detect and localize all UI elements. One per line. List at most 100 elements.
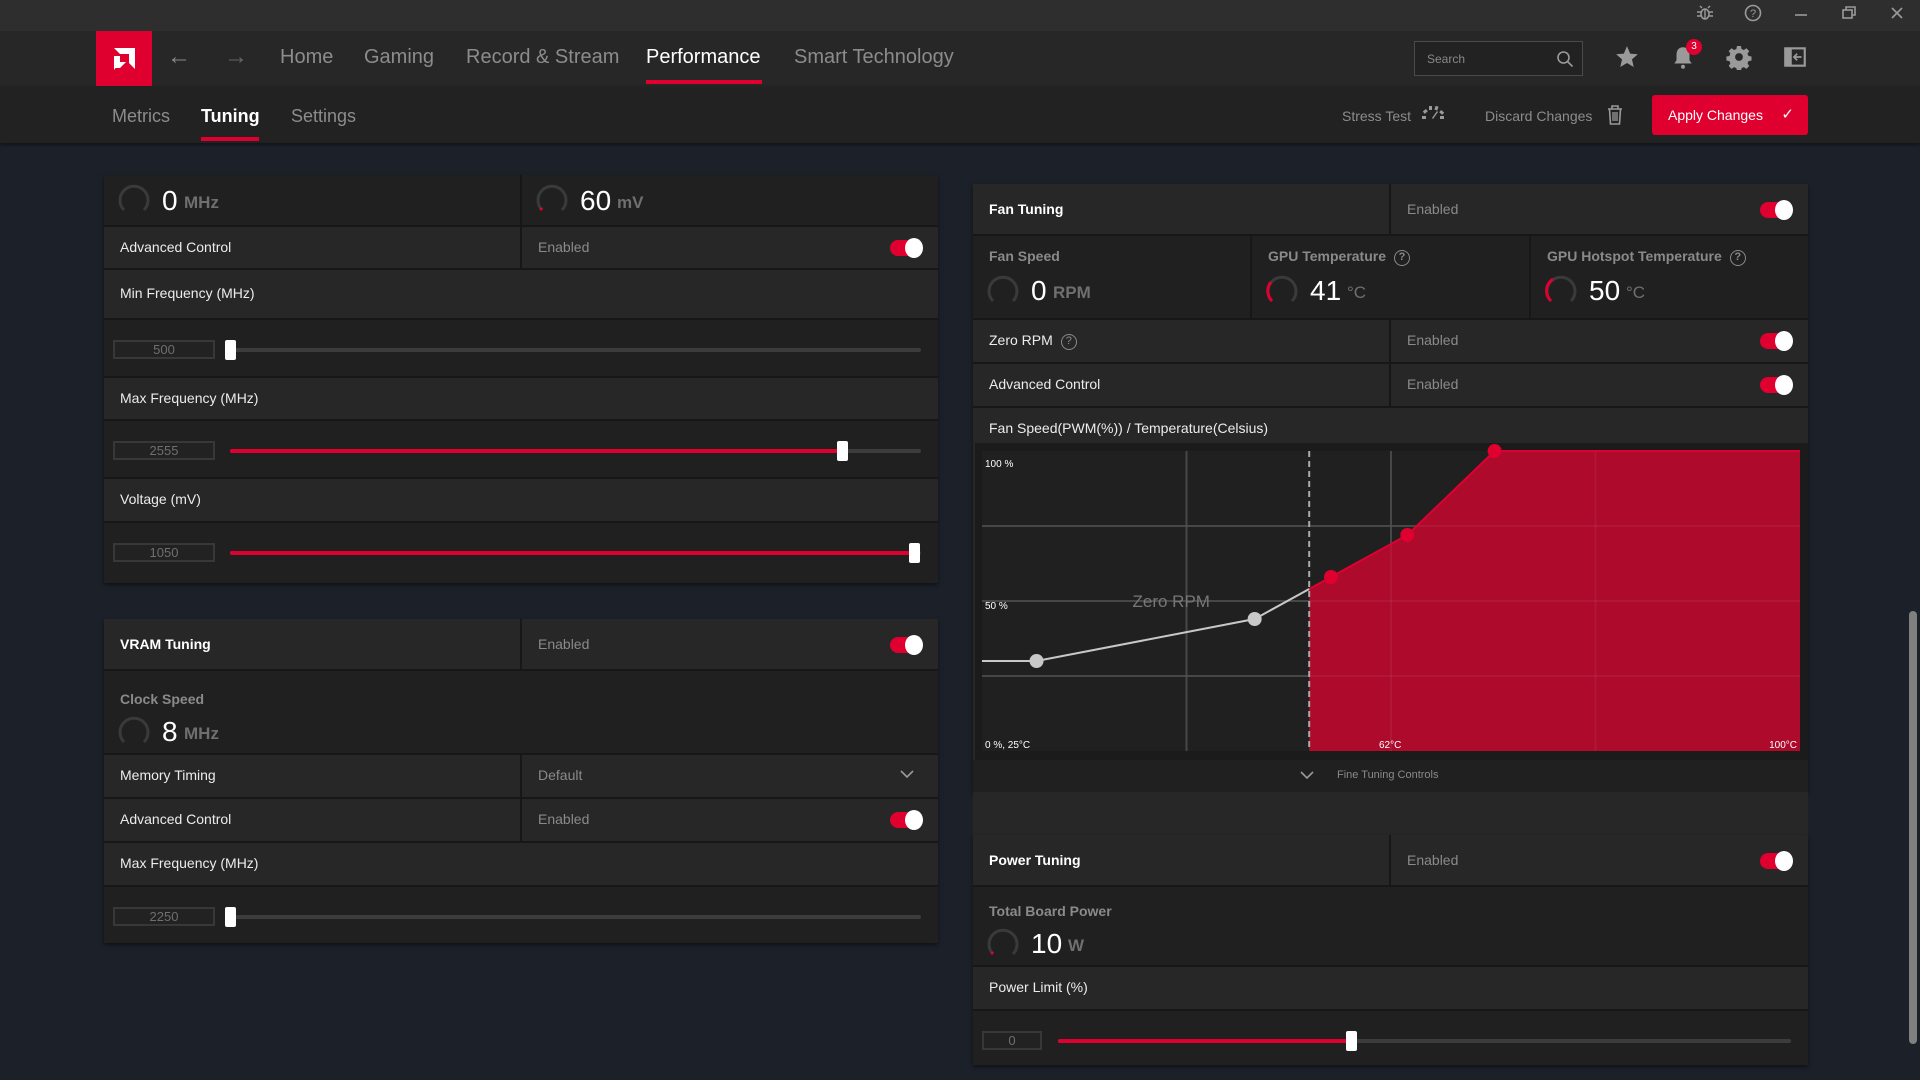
chevron-down-icon[interactable] bbox=[1300, 770, 1314, 780]
hotspot-temp-cell: GPU Hotspot Temperature? 50 °C bbox=[1531, 236, 1808, 318]
hotspot-temp-help-icon[interactable]: ? bbox=[1729, 250, 1746, 266]
settings-gear-icon[interactable] bbox=[1724, 44, 1754, 74]
forward-arrow-icon[interactable]: → bbox=[221, 42, 251, 72]
gpu-temp-label: GPU Temperature? bbox=[1268, 248, 1410, 266]
power-limit-input[interactable]: 0 bbox=[982, 1031, 1042, 1050]
vram-clock-gauge-icon bbox=[118, 716, 150, 744]
sidebar-toggle-icon[interactable] bbox=[1780, 44, 1810, 74]
memory-timing-dropdown[interactable]: Default bbox=[538, 767, 582, 783]
gpu-temp-help-icon[interactable]: ? bbox=[1394, 250, 1410, 266]
help-icon[interactable]: ? bbox=[1741, 4, 1765, 28]
fan-curve-chart[interactable]: Zero RPM 100 % 50 % 0 %, 25°C 62°C 100°C bbox=[975, 443, 1808, 760]
vram-max-frequency-thumb[interactable] bbox=[225, 907, 236, 927]
nav-smart-technology[interactable]: Smart Technology bbox=[794, 46, 954, 69]
apply-changes-button[interactable]: Apply Changes ✓ bbox=[1652, 95, 1808, 135]
nav-gaming[interactable]: Gaming bbox=[364, 46, 434, 69]
minimize-icon[interactable] bbox=[1789, 4, 1813, 28]
vram-max-frequency-label: Max Frequency (MHz) bbox=[120, 855, 259, 871]
power-limit-thumb[interactable] bbox=[1346, 1031, 1358, 1051]
x-tick-100: 100°C bbox=[1769, 740, 1797, 751]
clock-gauge-icon bbox=[118, 184, 150, 212]
fan-advanced-control-toggle[interactable] bbox=[1760, 375, 1793, 395]
voltage-label-row: Voltage (mV) bbox=[104, 477, 938, 521]
min-frequency-label: Min Frequency (MHz) bbox=[120, 285, 255, 301]
power-tuning-panel: Power Tuning Enabled Total Board Power 1… bbox=[973, 835, 1808, 1065]
max-frequency-slider-row: 2555 bbox=[104, 419, 938, 477]
clock-unit: MHz bbox=[184, 193, 219, 212]
origin-tick: 0 %, 25°C bbox=[985, 740, 1030, 751]
hotspot-temp-label: GPU Hotspot Temperature? bbox=[1547, 248, 1746, 266]
fan-advanced-control-row: Advanced Control Enabled bbox=[973, 362, 1808, 406]
vram-advanced-control-toggle[interactable] bbox=[890, 810, 923, 830]
vram-max-frequency-slider[interactable] bbox=[225, 907, 921, 927]
memory-timing-label: Memory Timing bbox=[120, 767, 216, 783]
zero-rpm-help-icon[interactable]: ? bbox=[1060, 334, 1077, 350]
fan-curve-point-1[interactable] bbox=[1029, 654, 1044, 668]
fan-tuning-toggle[interactable] bbox=[1760, 200, 1793, 220]
stress-test-button[interactable]: Stress Test bbox=[1342, 108, 1411, 124]
page-scrollbar[interactable] bbox=[1909, 611, 1917, 1044]
max-frequency-slider[interactable] bbox=[230, 441, 921, 461]
close-icon[interactable] bbox=[1885, 4, 1909, 28]
discard-changes-button[interactable]: Discard Changes bbox=[1485, 108, 1592, 124]
advanced-control-row: Advanced Control Enabled bbox=[104, 225, 938, 268]
tab-metrics[interactable]: Metrics bbox=[112, 106, 170, 127]
search-input[interactable] bbox=[1427, 50, 1547, 68]
voltage-slider[interactable] bbox=[230, 543, 921, 563]
voltage-input[interactable]: 1050 bbox=[113, 543, 215, 562]
max-frequency-input[interactable]: 2555 bbox=[113, 441, 215, 460]
stress-test-gauge-icon[interactable] bbox=[1420, 104, 1446, 122]
fan-speed-cell: Fan Speed 0 RPM bbox=[973, 236, 1252, 318]
power-limit-fill bbox=[1058, 1039, 1352, 1043]
min-frequency-input[interactable]: 500 bbox=[113, 340, 215, 359]
power-limit-slider[interactable] bbox=[1058, 1031, 1791, 1051]
restore-icon[interactable] bbox=[1837, 4, 1861, 28]
vram-advanced-control-label: Advanced Control bbox=[120, 811, 232, 827]
advanced-control-state: Enabled bbox=[538, 239, 590, 255]
fan-speed-label: Fan Speed bbox=[989, 248, 1060, 264]
zero-rpm-label: Zero RPM? bbox=[989, 332, 1077, 350]
zero-rpm-toggle[interactable] bbox=[1760, 331, 1793, 351]
voltage-thumb[interactable] bbox=[909, 543, 921, 563]
x-tick-62: 62°C bbox=[1379, 740, 1401, 751]
min-frequency-thumb[interactable] bbox=[225, 340, 236, 360]
zero-rpm-row: Zero RPM? Enabled bbox=[973, 318, 1808, 362]
voltage-fill bbox=[230, 551, 915, 555]
nav-performance[interactable]: Performance bbox=[646, 46, 761, 69]
fine-tuning-controls-button[interactable]: Fine Tuning Controls bbox=[1337, 769, 1439, 781]
min-frequency-slider[interactable] bbox=[225, 340, 921, 360]
fan-header-row: Fan Tuning Enabled bbox=[973, 184, 1808, 234]
fan-tuning-state: Enabled bbox=[1407, 201, 1459, 217]
gpu-tuning-panel: 0 MHz 60 mV Advanced Control Enabled Min… bbox=[104, 175, 938, 583]
fan-curve-point-5[interactable] bbox=[1487, 444, 1502, 458]
tab-settings[interactable]: Settings bbox=[291, 106, 356, 127]
back-arrow-icon[interactable]: ← bbox=[164, 42, 194, 72]
nav-home[interactable]: Home bbox=[280, 46, 333, 69]
tab-active-indicator bbox=[201, 137, 259, 141]
vram-tuning-title: VRAM Tuning bbox=[120, 636, 211, 652]
favorites-star-icon[interactable] bbox=[1612, 44, 1642, 74]
advanced-control-toggle[interactable] bbox=[890, 238, 923, 258]
search-box[interactable] bbox=[1414, 41, 1583, 76]
vram-clock-label: Clock Speed bbox=[120, 691, 205, 707]
search-icon[interactable] bbox=[1556, 50, 1574, 68]
fan-speed-value: 0 bbox=[1031, 275, 1047, 306]
trash-icon[interactable] bbox=[1606, 104, 1624, 126]
fan-curve-point-4[interactable] bbox=[1400, 528, 1415, 542]
bug-report-icon[interactable] bbox=[1693, 4, 1717, 28]
fine-tuning-row[interactable]: Fine Tuning Controls bbox=[973, 760, 1808, 792]
tab-tuning[interactable]: Tuning bbox=[201, 106, 260, 127]
vram-tuning-toggle[interactable] bbox=[890, 635, 923, 655]
fan-curve-point-2[interactable] bbox=[1247, 612, 1262, 626]
max-frequency-thumb[interactable] bbox=[837, 441, 849, 461]
zero-rpm-label-text: Zero RPM bbox=[989, 332, 1053, 348]
vram-max-frequency-input[interactable]: 2250 bbox=[113, 907, 215, 926]
gpu-temp-unit: °C bbox=[1347, 283, 1367, 302]
max-frequency-label-row: Max Frequency (MHz) bbox=[104, 376, 938, 419]
total-board-power-value: 10 bbox=[1031, 928, 1063, 959]
amd-logo[interactable] bbox=[96, 31, 152, 86]
fan-curve-point-3[interactable] bbox=[1324, 570, 1339, 584]
power-tuning-toggle[interactable] bbox=[1760, 851, 1793, 871]
nav-record-stream[interactable]: Record & Stream bbox=[466, 46, 619, 69]
chevron-down-icon[interactable] bbox=[900, 769, 914, 779]
